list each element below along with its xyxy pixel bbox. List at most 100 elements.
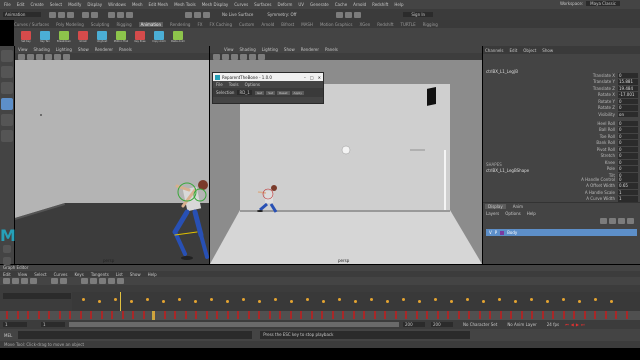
shelf-tool-button[interactable]: Unghost (94, 31, 110, 43)
timeline-key[interactable] (310, 311, 313, 319)
timeline-key[interactable] (447, 311, 449, 319)
timeline-key[interactable] (384, 311, 386, 319)
timeline-key[interactable] (615, 311, 617, 319)
channel-attr-value[interactable]: 0 (618, 127, 638, 133)
close-icon[interactable]: ✕ (318, 75, 321, 80)
timeline-key[interactable] (468, 311, 470, 319)
graph-key[interactable] (338, 298, 341, 301)
timeline-key[interactable] (184, 311, 187, 319)
flat-tangent-icon[interactable] (108, 278, 115, 284)
workspace-select[interactable]: Maya Classic (586, 1, 620, 6)
layer-menu-help[interactable]: Help (527, 211, 536, 216)
shelf-tab-9[interactable]: Arnold (261, 22, 274, 27)
add-key-icon[interactable] (21, 278, 28, 284)
camera-icon[interactable] (18, 53, 25, 60)
render-icon[interactable] (336, 11, 344, 18)
graph-key[interactable] (226, 300, 229, 303)
graph-key[interactable] (418, 300, 421, 303)
timeline-key[interactable] (205, 311, 208, 319)
shelf-tool-button[interactable]: Copy Anim (151, 31, 167, 43)
viewport-menu-lighting[interactable]: Lighting (262, 47, 278, 52)
outliner-search-input[interactable] (3, 292, 71, 299)
graph-key[interactable] (610, 300, 613, 303)
select-component-icon[interactable] (126, 11, 133, 18)
float-button-apply[interactable]: Apply (291, 90, 305, 95)
channel-menu-show[interactable]: Show (542, 48, 553, 53)
menu-modify[interactable]: Modify (68, 2, 81, 7)
graph-key[interactable] (210, 298, 213, 301)
timeline-key[interactable] (111, 311, 113, 319)
timeline-key[interactable] (142, 311, 145, 319)
menu-cache[interactable]: Cache (335, 2, 347, 7)
graph-key[interactable] (290, 300, 293, 303)
graph-key[interactable] (354, 300, 357, 303)
live-surface[interactable]: No Live Surface (222, 12, 253, 17)
shelf-tab-1[interactable]: Poly Modeling (56, 22, 84, 27)
channel-attr-value[interactable]: 0 (618, 159, 638, 165)
viewport-menu-renderer[interactable]: Renderer (95, 47, 113, 52)
graph-key[interactable] (546, 300, 549, 303)
graph-menu-show[interactable]: Show (130, 272, 141, 277)
timeline-key[interactable] (226, 311, 229, 319)
viewport-menu-show[interactable]: Show (284, 47, 295, 52)
viewport-menu-shading[interactable]: Shading (34, 47, 50, 52)
end-frame-field[interactable]: 200 (431, 322, 453, 327)
timeline-key[interactable] (520, 311, 523, 319)
shelf-tab-13[interactable]: XGen (359, 22, 370, 27)
timeline-key[interactable] (37, 311, 40, 319)
smooth-shade-icon[interactable] (45, 53, 52, 60)
move-tool-icon[interactable] (1, 98, 13, 110)
layer-playback-icon[interactable]: P (495, 230, 497, 235)
graph-key[interactable] (482, 300, 485, 303)
command-input[interactable] (18, 331, 253, 339)
channel-attr-value[interactable]: 0 (618, 105, 638, 111)
range-end-field[interactable]: 200 (403, 322, 425, 327)
timeline-key[interactable] (499, 311, 502, 319)
shelf-tool-button[interactable]: Breakdown (56, 31, 72, 43)
float-menu-tools[interactable]: Tools (229, 82, 239, 87)
shelf-tool-button[interactable]: Motion Trail (113, 31, 129, 43)
layer-color-swatch[interactable] (500, 230, 505, 235)
frame-all-icon[interactable] (51, 278, 58, 284)
graph-key[interactable] (258, 300, 261, 303)
menu-create[interactable]: Create (30, 2, 43, 7)
graph-menu-view[interactable]: View (18, 272, 28, 277)
timeline-key[interactable] (79, 311, 82, 319)
fps-select[interactable]: 24 fps (547, 322, 559, 327)
layer-menu-layers[interactable]: Layers (486, 211, 499, 216)
graph-menu-edit[interactable]: Edit (3, 272, 11, 277)
graph-key[interactable] (130, 300, 133, 303)
play-icon[interactable]: ▶ (576, 322, 579, 327)
shelf-tab-3[interactable]: Rigging (116, 22, 131, 27)
lights-icon[interactable] (258, 53, 265, 60)
float-menu-file[interactable]: File (216, 82, 223, 87)
viewport-menu-lighting[interactable]: Lighting (56, 47, 72, 52)
timeline-key[interactable] (216, 311, 218, 319)
grid-icon[interactable] (27, 53, 34, 60)
new-scene-icon[interactable] (49, 11, 56, 18)
float-button-set[interactable]: Set (266, 90, 276, 95)
shelf-tool-button[interactable]: Key Tan (37, 31, 53, 43)
timeline-key[interactable] (100, 311, 103, 319)
insert-key-icon[interactable] (12, 278, 19, 284)
snap-curve-icon[interactable] (194, 11, 201, 18)
channel-attr-value[interactable]: 19.484 (618, 85, 638, 91)
float-button-reset[interactable]: Reset (277, 90, 290, 95)
timeline-key[interactable] (405, 311, 407, 319)
graph-menu-list[interactable]: List (116, 272, 123, 277)
channel-menu-object[interactable]: Object (523, 48, 536, 53)
time-slider-marker[interactable] (152, 311, 155, 320)
graph-key[interactable] (370, 298, 373, 301)
layer-tab-anim[interactable]: Anim (510, 204, 526, 209)
graph-key[interactable] (578, 300, 581, 303)
maximize-icon[interactable]: □ (310, 75, 314, 80)
channel-attr-value[interactable]: 0 (618, 176, 638, 182)
spline-tangent-icon[interactable] (81, 278, 88, 284)
menu-deform[interactable]: Deform (277, 2, 292, 7)
rotate-tool-icon[interactable] (1, 114, 13, 126)
move-layer-up-icon[interactable] (600, 218, 607, 224)
channel-attr-value[interactable]: 0 (618, 140, 638, 146)
graph-key[interactable] (82, 298, 85, 301)
timeline-key[interactable] (268, 311, 271, 319)
graph-menu-keys[interactable]: Keys (74, 272, 83, 277)
